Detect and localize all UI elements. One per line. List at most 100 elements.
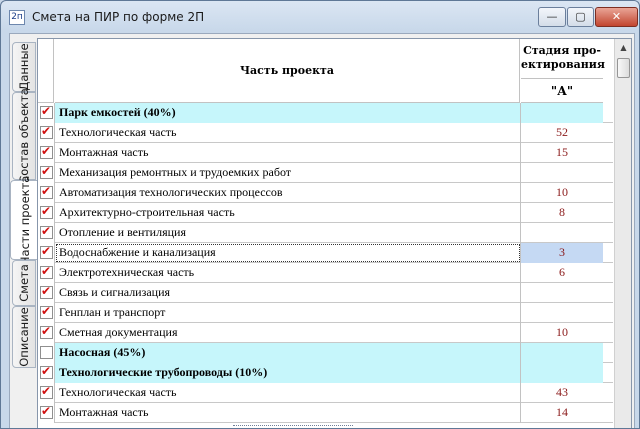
row-checkbox[interactable] <box>40 224 53 239</box>
scroll-up-arrow-icon[interactable]: ▲ <box>616 40 631 56</box>
check-cell <box>38 383 55 403</box>
table-row[interactable]: Отопление и вентиляция <box>38 223 613 243</box>
stage-value-cell[interactable]: 14 <box>521 403 603 423</box>
part-name-cell[interactable]: Механизация ремонтных и трудоемких работ <box>55 163 521 183</box>
part-name-cell[interactable]: Технологическая часть <box>55 123 521 143</box>
close-button[interactable]: ✕ <box>595 7 638 27</box>
table-row[interactable]: Монтажная часть14 <box>38 403 613 423</box>
tab-label: Данные <box>17 43 31 91</box>
part-name-cell[interactable]: Технологические трубопроводы (10%) <box>55 363 521 383</box>
minimize-button[interactable]: — <box>538 7 566 27</box>
stage-value-cell[interactable]: 10 <box>521 183 603 203</box>
stage-value-cell[interactable] <box>521 303 603 323</box>
stage-value-cell[interactable] <box>521 283 603 303</box>
stage-value-cell[interactable] <box>521 343 603 363</box>
stage-value-cell[interactable]: 8 <box>521 203 603 223</box>
table-row[interactable]: Водоснабжение и канализация3 <box>38 243 613 263</box>
table-row[interactable]: Монтажная часть15 <box>38 143 613 163</box>
part-name-cell[interactable]: Водоснабжение и канализация <box>55 243 521 263</box>
header-part-name[interactable]: Часть проекта <box>55 39 520 103</box>
check-cell <box>38 123 55 143</box>
stage-value-cell[interactable]: 52 <box>521 123 603 143</box>
tab-project-parts[interactable]: Части проекта <box>10 176 38 264</box>
grid-header: Часть проекта Стадия про- ектирования "А… <box>38 39 613 103</box>
tab-label: Части проекта <box>17 175 32 265</box>
check-cell <box>38 203 55 223</box>
project-parts-grid: Часть проекта Стадия про- ектирования "А… <box>37 38 632 428</box>
stage-value-cell[interactable]: 43 <box>521 383 603 403</box>
table-row[interactable]: Механизация ремонтных и трудоемких работ <box>38 163 613 183</box>
part-name-cell[interactable]: Парк емкостей (40%) <box>55 103 521 123</box>
vertical-tabs: Данные Состав объекта Части проекта Смет… <box>10 34 38 428</box>
grid-rows: Парк емкостей (40%)Технологическая часть… <box>38 103 613 423</box>
table-row[interactable]: Связь и сигнализация <box>38 283 613 303</box>
row-checkbox[interactable] <box>40 184 53 199</box>
part-name-cell[interactable]: Технологическая часть <box>55 383 521 403</box>
title-bar[interactable]: 2п Смета на ПИР по форме 2П — ▢ ✕ <box>1 1 639 33</box>
window-title: Смета на ПИР по форме 2П <box>32 10 205 24</box>
row-checkbox[interactable] <box>40 404 53 419</box>
check-cell <box>38 243 55 263</box>
group-row[interactable]: Насосная (45%) <box>38 343 613 363</box>
client-area: Данные Состав объекта Части проекта Смет… <box>9 33 635 428</box>
tab-object-composition[interactable]: Состав объекта <box>12 88 36 184</box>
stage-value-cell[interactable] <box>521 163 603 183</box>
part-name-cell[interactable]: Монтажная часть <box>55 143 521 163</box>
table-row[interactable]: Генплан и транспорт <box>38 303 613 323</box>
row-checkbox[interactable] <box>40 304 53 319</box>
table-row[interactable]: Архитектурно-строительная часть8 <box>38 203 613 223</box>
stage-value-cell[interactable] <box>521 363 603 383</box>
stage-value-cell[interactable]: 10 <box>521 323 603 343</box>
vertical-scrollbar[interactable]: ▲ <box>614 39 631 428</box>
stage-value-cell[interactable]: 6 <box>521 263 603 283</box>
table-row[interactable]: Автоматизация технологических процессов1… <box>38 183 613 203</box>
check-cell <box>38 403 55 423</box>
resize-grip[interactable] <box>233 425 353 428</box>
part-name-cell[interactable]: Связь и сигнализация <box>55 283 521 303</box>
table-row[interactable]: Электротехническая часть6 <box>38 263 613 283</box>
group-row[interactable]: Технологические трубопроводы (10%) <box>38 363 613 383</box>
check-cell <box>38 263 55 283</box>
row-checkbox[interactable] <box>40 324 53 339</box>
header-stage-a: "А" <box>521 79 603 103</box>
maximize-button[interactable]: ▢ <box>567 7 594 27</box>
row-checkbox[interactable] <box>40 364 53 379</box>
row-checkbox[interactable] <box>40 346 53 359</box>
part-name-cell[interactable]: Генплан и транспорт <box>55 303 521 323</box>
group-row[interactable]: Парк емкостей (40%) <box>38 103 613 123</box>
tab-data[interactable]: Данные <box>12 42 36 92</box>
check-cell <box>38 283 55 303</box>
app-icon: 2п <box>9 10 25 25</box>
main-window: 2п Смета на ПИР по форме 2П — ▢ ✕ Данные… <box>0 0 640 429</box>
part-name-cell[interactable]: Насосная (45%) <box>55 343 521 363</box>
tab-description[interactable]: Описание <box>12 306 36 368</box>
header-stage[interactable]: Стадия про- ектирования <box>521 39 605 79</box>
scroll-thumb[interactable] <box>617 58 630 78</box>
row-checkbox[interactable] <box>40 144 53 159</box>
table-row[interactable]: Технологическая часть52 <box>38 123 613 143</box>
part-name-cell[interactable]: Архитектурно-строительная часть <box>55 203 521 223</box>
table-row[interactable]: Сметная документация10 <box>38 323 613 343</box>
stage-value-cell[interactable]: 3 <box>521 243 603 263</box>
row-checkbox[interactable] <box>40 264 53 279</box>
row-checkbox[interactable] <box>40 104 53 119</box>
stage-value-cell[interactable] <box>521 223 603 243</box>
row-checkbox[interactable] <box>40 164 53 179</box>
row-checkbox[interactable] <box>40 244 53 259</box>
tab-label: Смета <box>17 264 31 302</box>
part-name-cell[interactable]: Отопление и вентиляция <box>55 223 521 243</box>
part-name-cell[interactable]: Монтажная часть <box>55 403 521 423</box>
part-name-cell[interactable]: Электротехническая часть <box>55 263 521 283</box>
part-name-cell[interactable]: Автоматизация технологических процессов <box>55 183 521 203</box>
tab-estimate[interactable]: Смета <box>12 260 36 306</box>
part-name-cell[interactable]: Сметная документация <box>55 323 521 343</box>
stage-value-cell[interactable] <box>521 103 603 123</box>
row-checkbox[interactable] <box>40 204 53 219</box>
stage-value-cell[interactable]: 15 <box>521 143 603 163</box>
row-checkbox[interactable] <box>40 384 53 399</box>
header-check-column <box>38 39 54 103</box>
table-row[interactable]: Технологическая часть43 <box>38 383 613 403</box>
row-checkbox[interactable] <box>40 124 53 139</box>
row-checkbox[interactable] <box>40 284 53 299</box>
check-cell <box>38 303 55 323</box>
